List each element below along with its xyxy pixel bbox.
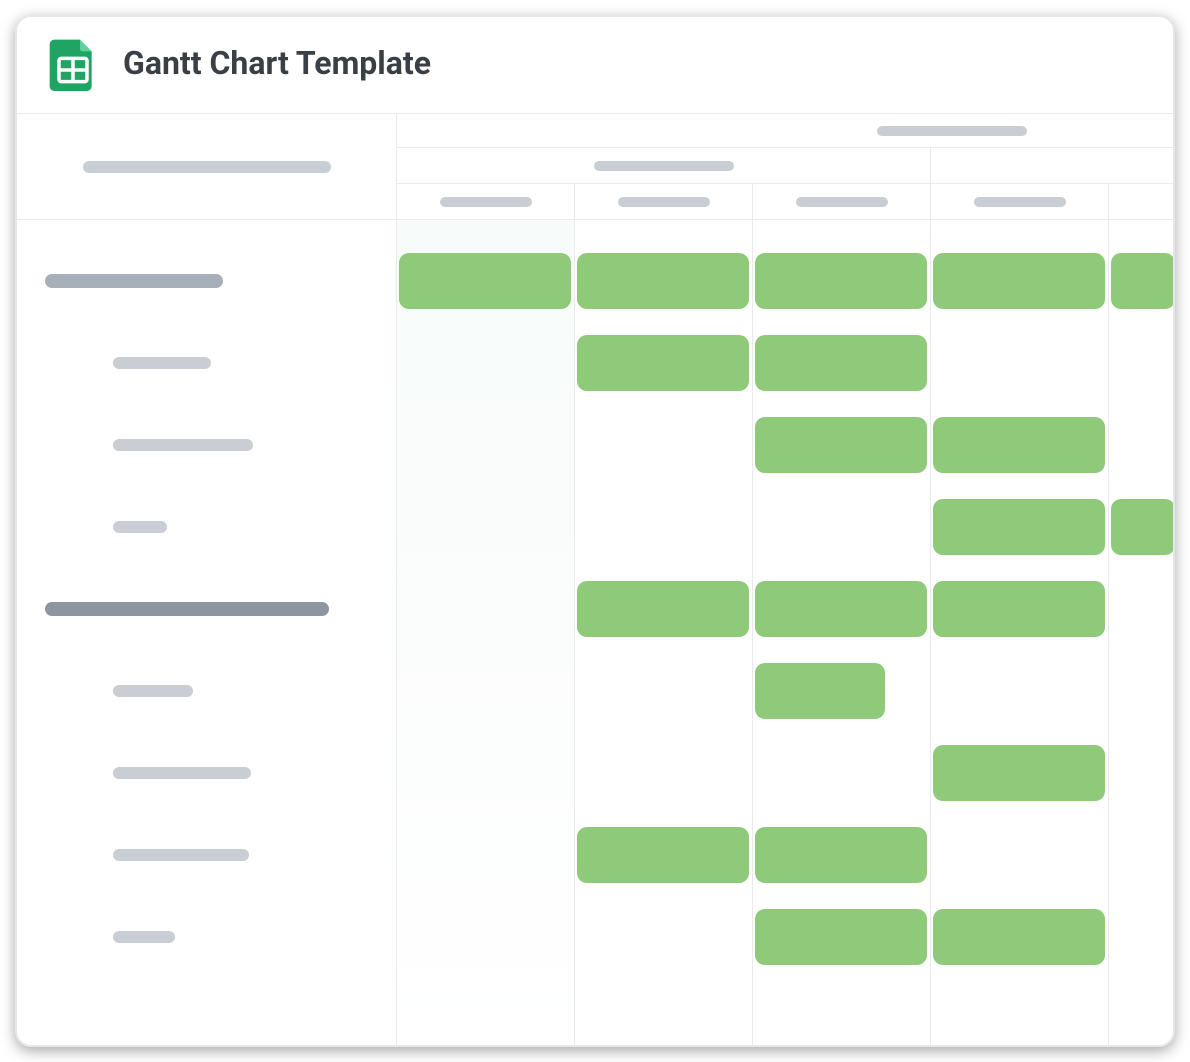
timeline-col-header[interactable] <box>1109 184 1173 219</box>
gantt-row <box>397 732 1173 814</box>
gantt-bar[interactable] <box>755 663 885 719</box>
body <box>17 114 1173 1045</box>
gantt-bar[interactable] <box>577 827 749 883</box>
timeline-col-header[interactable] <box>575 184 753 219</box>
task-column-header-placeholder <box>83 161 331 173</box>
gantt-bar[interactable] <box>755 335 927 391</box>
task-row[interactable] <box>17 322 396 404</box>
task-row[interactable] <box>17 732 396 814</box>
timeline-col-header[interactable] <box>931 184 1109 219</box>
gantt-bar[interactable] <box>577 335 749 391</box>
task-group-header[interactable] <box>17 240 396 322</box>
task-rows <box>17 220 396 1045</box>
task-group-header[interactable] <box>17 568 396 650</box>
gantt-bar[interactable] <box>933 253 1105 309</box>
gantt-row <box>397 814 1173 896</box>
task-label-placeholder <box>113 357 211 369</box>
gantt-bar[interactable] <box>933 417 1105 473</box>
gantt-bar[interactable] <box>755 253 927 309</box>
gantt-bar[interactable] <box>933 499 1105 555</box>
timeline-col-header-placeholder <box>796 197 888 207</box>
gantt-bar[interactable] <box>1111 253 1173 309</box>
task-row[interactable] <box>17 896 396 978</box>
timeline-col-header[interactable] <box>397 184 575 219</box>
task-row[interactable] <box>17 486 396 568</box>
timeline-header-group-placeholder <box>594 161 734 171</box>
task-group-label-placeholder <box>45 274 223 288</box>
task-label-placeholder <box>113 767 251 779</box>
header: Gantt Chart Template <box>17 17 1173 114</box>
gantt-bar[interactable] <box>577 253 749 309</box>
gantt-bar[interactable] <box>755 909 927 965</box>
timeline-header-row-3 <box>397 184 1173 220</box>
task-label-placeholder <box>113 521 167 533</box>
gantt-row <box>397 896 1173 978</box>
gantt-bar[interactable] <box>933 581 1105 637</box>
google-sheets-icon <box>45 35 101 91</box>
gantt-row <box>397 240 1173 322</box>
task-row[interactable] <box>17 814 396 896</box>
gantt-bar[interactable] <box>755 581 927 637</box>
timeline-header-row-2 <box>397 148 1173 184</box>
task-label-placeholder <box>113 931 175 943</box>
gantt-bar[interactable] <box>1111 499 1173 555</box>
gantt-bar[interactable] <box>577 581 749 637</box>
gantt-row <box>397 650 1173 732</box>
timeline-header-group <box>397 148 931 183</box>
timeline-col-header[interactable] <box>753 184 931 219</box>
task-row[interactable] <box>17 404 396 486</box>
app-window: Gantt Chart Template <box>15 15 1175 1047</box>
timeline-header-group <box>931 148 1173 183</box>
gantt-bar[interactable] <box>933 909 1105 965</box>
gantt-row <box>397 486 1173 568</box>
page-title: Gantt Chart Template <box>123 44 431 82</box>
gantt-bars <box>397 240 1173 1045</box>
task-group-label-placeholder <box>45 602 329 616</box>
gantt-bar[interactable] <box>755 827 927 883</box>
timeline-col-header-placeholder <box>618 197 710 207</box>
task-label-placeholder <box>113 685 193 697</box>
timeline-col-header-placeholder <box>974 197 1066 207</box>
task-row[interactable] <box>17 650 396 732</box>
timeline-header-1-placeholder <box>877 126 1027 136</box>
task-label-placeholder <box>113 849 249 861</box>
timeline <box>397 114 1173 1045</box>
task-column-header <box>17 114 396 220</box>
gantt-row <box>397 404 1173 486</box>
timeline-header-row-1 <box>397 114 1173 148</box>
timeline-grid <box>397 220 1173 1045</box>
task-label-placeholder <box>113 439 253 451</box>
gantt-bar[interactable] <box>755 417 927 473</box>
gantt-bar[interactable] <box>399 253 571 309</box>
task-column <box>17 114 397 1045</box>
gantt-row <box>397 568 1173 650</box>
gantt-row <box>397 322 1173 404</box>
gantt-bar[interactable] <box>933 745 1105 801</box>
timeline-col-header-placeholder <box>440 197 532 207</box>
